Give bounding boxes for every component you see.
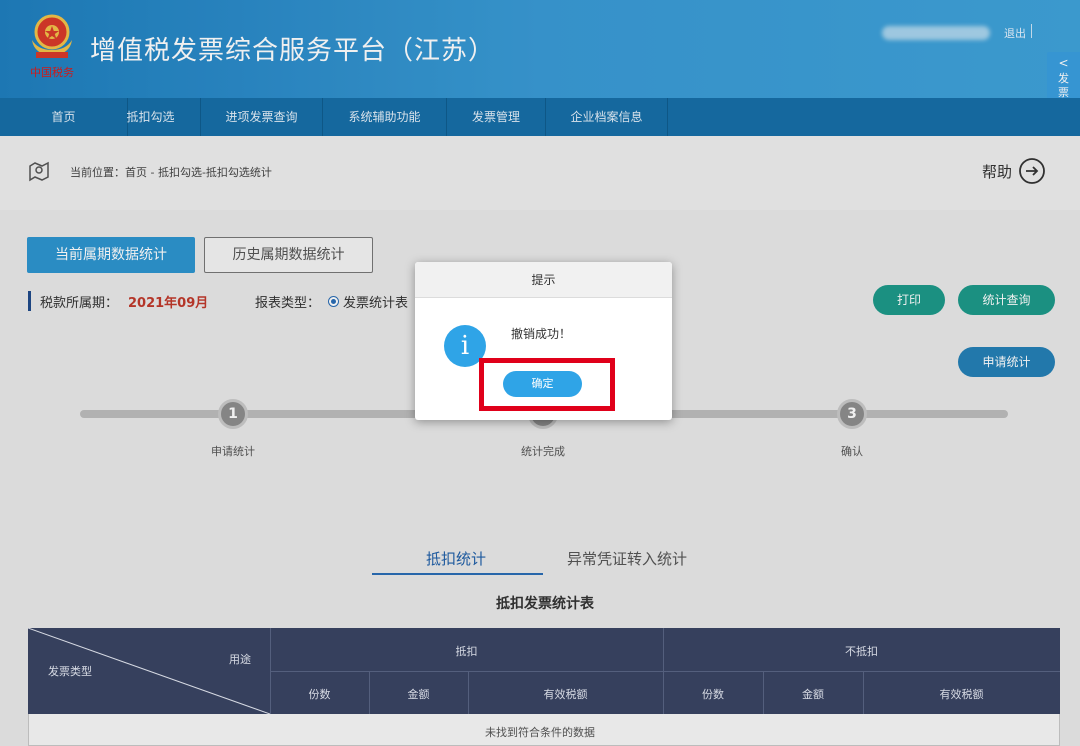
- confirm-button[interactable]: 确定: [503, 371, 582, 397]
- dialog-message: 撤销成功！: [511, 327, 572, 341]
- dialog-title: 提示: [415, 262, 672, 298]
